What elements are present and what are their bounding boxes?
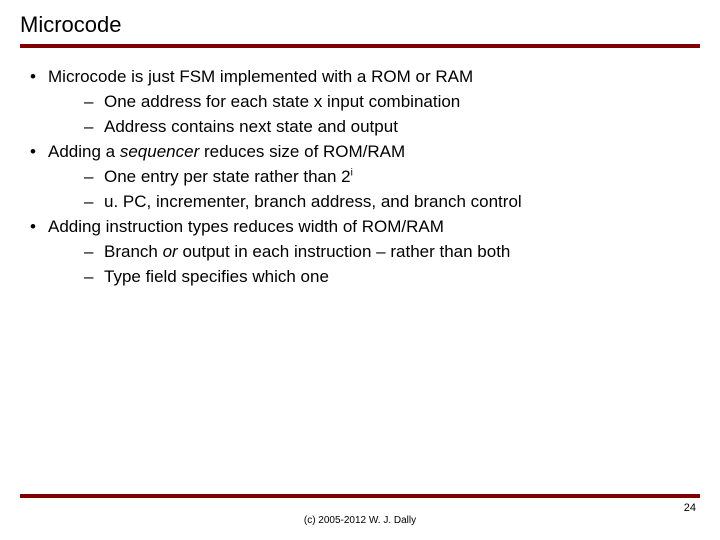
slide-content: Microcode is just FSM implemented with a…	[20, 66, 700, 288]
bullet-2-post: reduces size of ROM/RAM	[199, 142, 405, 161]
bullet-2-pre: Adding a	[48, 142, 120, 161]
slide: Microcode Microcode is just FSM implemen…	[0, 0, 720, 540]
bullet-1: Microcode is just FSM implemented with a…	[20, 66, 700, 89]
bullet-1b-text: Address contains next state and output	[104, 117, 398, 136]
bullet-3a-italic: or	[163, 242, 178, 261]
copyright-text: (c) 2005-2012 W. J. Dally	[0, 515, 720, 526]
bullet-1b: Address contains next state and output	[20, 116, 700, 139]
footer-divider	[20, 494, 700, 498]
page-number: 24	[684, 502, 696, 514]
title-divider	[20, 44, 700, 48]
bullet-1a-text: One address for each state x input combi…	[104, 92, 460, 111]
bullet-3-text: Adding instruction types reduces width o…	[48, 217, 444, 236]
bullet-1-text: Microcode is just FSM implemented with a…	[48, 67, 473, 86]
bullet-3a-post: output in each instruction – rather than…	[178, 242, 511, 261]
bullet-3a-pre: Branch	[104, 242, 163, 261]
bullet-2a: One entry per state rather than 2i	[20, 166, 700, 189]
bullet-1a: One address for each state x input combi…	[20, 91, 700, 114]
bullet-2: Adding a sequencer reduces size of ROM/R…	[20, 141, 700, 164]
bullet-3a: Branch or output in each instruction – r…	[20, 241, 700, 264]
bullet-2b-text: u. PC, incrementer, branch address, and …	[104, 192, 522, 211]
bullet-2a-pre: One entry per state rather than 2	[104, 167, 351, 186]
bullet-2a-sup: i	[351, 167, 353, 178]
bullet-3b-text: Type field specifies which one	[104, 267, 329, 286]
bullet-2-italic: sequencer	[120, 142, 199, 161]
bullet-3b: Type field specifies which one	[20, 266, 700, 289]
bullet-3: Adding instruction types reduces width o…	[20, 216, 700, 239]
slide-title: Microcode	[20, 12, 700, 44]
bullet-2b: u. PC, incrementer, branch address, and …	[20, 191, 700, 214]
